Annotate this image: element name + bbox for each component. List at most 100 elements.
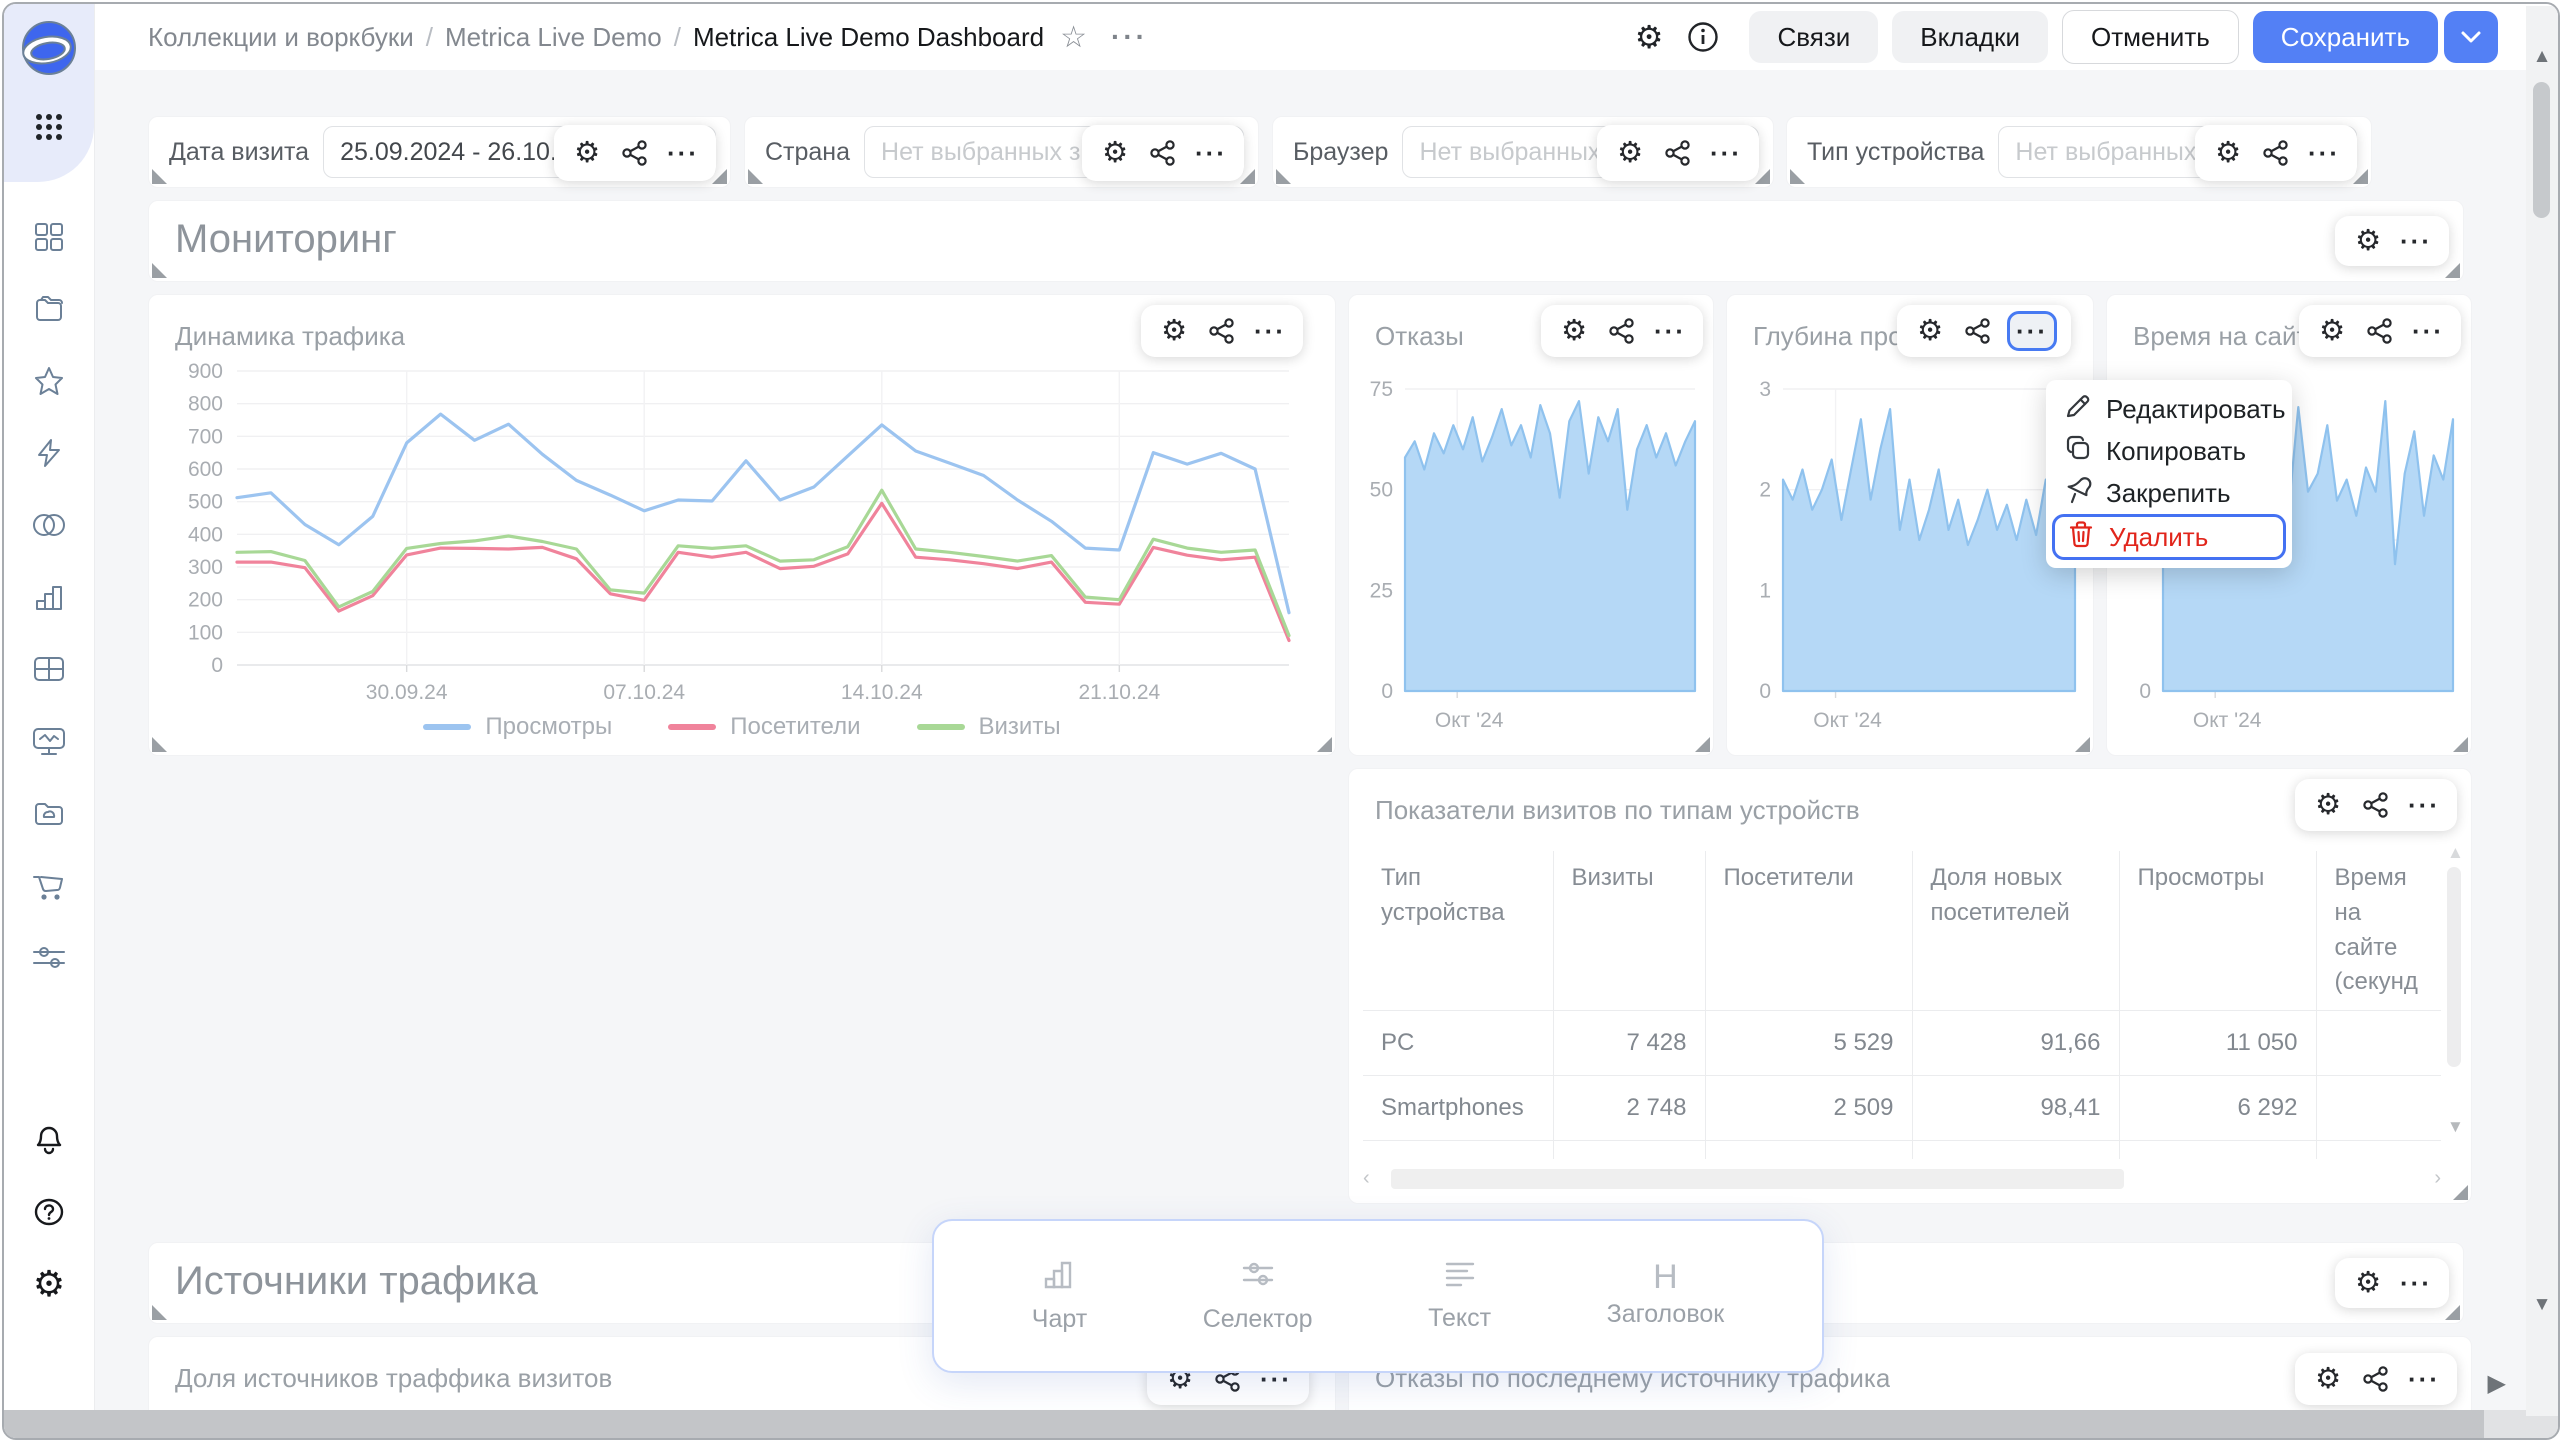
scroll-up-icon[interactable]: ▲ — [2526, 46, 2558, 68]
col-header[interactable]: Визиты — [1553, 851, 1705, 1011]
relations-icon[interactable] — [616, 132, 654, 174]
page-vertical-scrollbar[interactable]: ▲ ▼ — [2526, 6, 2558, 1416]
more-icon[interactable]: ··· — [2409, 310, 2447, 352]
scrollbar-thumb[interactable] — [2533, 82, 2550, 218]
scrollbar-thumb[interactable] — [1391, 1169, 2124, 1189]
col-header[interactable]: Просмотры — [2119, 851, 2316, 1011]
menu-item-pin[interactable]: Закрепить — [2052, 472, 2286, 514]
more-icon[interactable]: ··· — [1251, 310, 1289, 352]
table-vertical-scrollbar[interactable]: ▲ ▼ — [2447, 851, 2463, 1133]
settings-gear-icon[interactable]: ⚙ — [4, 1261, 94, 1307]
add-text-button[interactable]: Текст — [1428, 1259, 1491, 1333]
connections-icon[interactable] — [4, 502, 94, 548]
gear-icon[interactable]: ⚙ — [1096, 132, 1134, 174]
editor-icon[interactable] — [4, 430, 94, 476]
gear-icon[interactable]: ⚙ — [1911, 310, 1949, 352]
relations-icon[interactable] — [1603, 310, 1641, 352]
tabs-button[interactable]: Вкладки — [1892, 11, 2048, 63]
services-sliders-icon[interactable] — [4, 934, 94, 980]
more-icon[interactable]: ··· — [664, 132, 702, 174]
more-icon[interactable]: ··· — [2397, 220, 2435, 262]
more-icon[interactable]: ··· — [1192, 132, 1230, 174]
add-heading-button[interactable]: H Заголовок — [1607, 1264, 1725, 1329]
more-icon[interactable]: ··· — [1651, 310, 1689, 352]
resize-handle[interactable] — [2445, 263, 2460, 278]
help-icon[interactable] — [4, 1189, 94, 1235]
relations-icon[interactable] — [1959, 310, 1997, 352]
more-icon[interactable]: ··· — [2405, 784, 2443, 826]
more-icon[interactable]: ··· — [2305, 132, 2343, 174]
dashboards-icon[interactable] — [4, 214, 94, 260]
relations-icon[interactable] — [2361, 310, 2399, 352]
resize-handle[interactable] — [1276, 169, 1291, 184]
relations-icon[interactable] — [1659, 132, 1697, 174]
relations-icon[interactable] — [1203, 310, 1241, 352]
breadcrumb-workbook[interactable]: Metrica Live Demo — [445, 22, 662, 53]
scroll-down-icon[interactable]: ▼ — [2526, 1294, 2558, 1316]
gear-icon[interactable]: ⚙ — [2209, 132, 2247, 174]
relations-button[interactable]: Связи — [1749, 11, 1878, 63]
gear-icon[interactable]: ⚙ — [2309, 784, 2347, 826]
cloud-storage-icon[interactable] — [4, 790, 94, 836]
cancel-button[interactable]: Отменить — [2062, 10, 2239, 64]
gear-icon[interactable]: ⚙ — [2313, 310, 2351, 352]
collections-icon[interactable] — [4, 286, 94, 332]
resize-handle[interactable] — [2445, 1305, 2460, 1320]
gear-icon[interactable]: ⚙ — [568, 132, 606, 174]
gear-icon[interactable]: ⚙ — [2349, 1262, 2387, 1304]
apps-grid-icon[interactable] — [4, 104, 94, 150]
resize-handle[interactable] — [2453, 737, 2468, 752]
resize-handle[interactable] — [152, 169, 167, 184]
more-icon[interactable]: ··· — [2397, 1262, 2435, 1304]
gear-icon[interactable]: ⚙ — [1155, 310, 1193, 352]
relations-icon[interactable] — [2357, 784, 2395, 826]
scroll-left-icon[interactable]: ‹ — [1363, 1167, 1370, 1190]
resize-handle[interactable] — [1790, 169, 1805, 184]
more-icon[interactable]: ··· — [1707, 132, 1745, 174]
info-icon[interactable] — [1687, 21, 1719, 53]
gear-icon[interactable]: ⚙ — [2309, 1358, 2347, 1400]
save-button[interactable]: Сохранить — [2253, 11, 2438, 63]
col-header[interactable]: Доля новых посетителей — [1912, 851, 2119, 1011]
gear-icon[interactable]: ⚙ — [1611, 132, 1649, 174]
charts-icon[interactable] — [4, 574, 94, 620]
table-horizontal-scrollbar[interactable]: ‹ › — [1363, 1169, 2441, 1191]
legend-item[interactable]: Визиты — [917, 713, 1061, 741]
favorites-icon[interactable] — [4, 358, 94, 404]
breadcrumb-more-icon[interactable]: ··· — [1111, 21, 1148, 53]
gear-icon[interactable]: ⚙ — [1555, 310, 1593, 352]
menu-item-delete[interactable]: Удалить — [2052, 514, 2286, 560]
menu-item-edit[interactable]: Редактировать — [2052, 388, 2286, 430]
legend-item[interactable]: Посетители — [668, 713, 860, 741]
resize-handle[interactable] — [152, 737, 167, 752]
resize-handle[interactable] — [748, 169, 763, 184]
monitoring-icon[interactable] — [4, 718, 94, 764]
favorite-star-icon[interactable]: ☆ — [1060, 20, 1087, 55]
col-header[interactable]: Время на сайте (секунд — [2316, 851, 2441, 1011]
gear-icon[interactable]: ⚙ — [2349, 220, 2387, 262]
resize-handle[interactable] — [1317, 737, 1332, 752]
page-horizontal-scrollbar[interactable] — [4, 1410, 2558, 1438]
dashboard-settings-gear-icon[interactable]: ⚙ — [1635, 21, 1664, 53]
breadcrumb-dashboard[interactable]: Metrica Live Demo Dashboard — [693, 22, 1044, 53]
col-header[interactable]: Посетители — [1705, 851, 1912, 1011]
marketplace-cart-icon[interactable] — [4, 862, 94, 908]
relations-icon[interactable] — [1144, 132, 1182, 174]
notifications-bell-icon[interactable] — [4, 1117, 94, 1163]
col-header[interactable]: Тип устройства — [1363, 851, 1553, 1011]
resize-handle[interactable] — [152, 263, 167, 278]
breadcrumb-collections[interactable]: Коллекции и воркбуки — [148, 22, 414, 53]
resize-handle[interactable] — [1695, 737, 1710, 752]
resize-handle[interactable] — [2075, 737, 2090, 752]
scrollbar-thumb[interactable] — [2447, 867, 2461, 1067]
add-selector-button[interactable]: Селектор — [1203, 1258, 1313, 1334]
menu-item-copy[interactable]: Копировать — [2052, 430, 2286, 472]
more-icon[interactable]: ··· — [2405, 1358, 2443, 1400]
save-dropdown-button[interactable] — [2444, 11, 2498, 63]
relations-icon[interactable] — [2257, 132, 2295, 174]
scrollbar-thumb[interactable] — [4, 1410, 2484, 1438]
resize-handle[interactable] — [152, 1305, 167, 1320]
datalens-logo-icon[interactable] — [4, 18, 94, 78]
add-chart-button[interactable]: Чарт — [1032, 1258, 1087, 1334]
scroll-right-icon[interactable]: ▶ — [2488, 1369, 2506, 1398]
